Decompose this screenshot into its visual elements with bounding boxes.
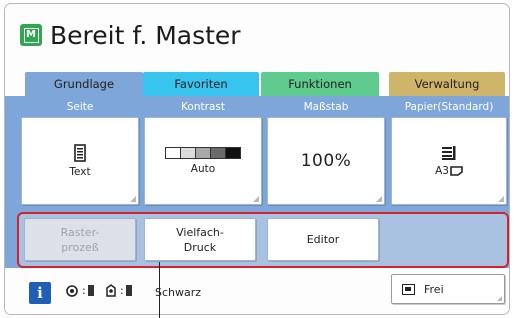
ink-drum-icon xyxy=(66,284,78,297)
master-icon: M xyxy=(20,24,42,46)
document-icon xyxy=(74,144,86,162)
papier-button[interactable]: A3 xyxy=(391,117,507,205)
paper-stack-icon xyxy=(442,146,456,160)
ink-status: : xyxy=(65,284,94,297)
kontrast-label: Kontrast xyxy=(181,101,225,113)
frei-button[interactable]: Frei xyxy=(391,274,505,304)
tab-favoriten[interactable]: Favoriten xyxy=(143,72,259,96)
seite-value: Text xyxy=(69,166,91,178)
papier-value: A3 xyxy=(435,165,449,177)
info-button[interactable]: i xyxy=(29,282,51,304)
ink-color-text: Schwarz xyxy=(155,286,202,299)
massstab-label: Maßstab xyxy=(303,101,349,113)
kontrast-button[interactable]: Auto xyxy=(144,117,262,205)
massstab-value: 100% xyxy=(300,151,352,171)
editor-button[interactable]: Editor xyxy=(267,218,379,261)
seite-button[interactable]: Text xyxy=(21,117,139,205)
header: M Bereit f. Master xyxy=(20,18,241,52)
vielfach-druck-button[interactable]: Vielfach- Druck xyxy=(144,218,256,261)
rasterprozess-button[interactable]: Raster- prozeß xyxy=(24,218,136,261)
frei-label: Frei xyxy=(424,282,444,296)
callout-line xyxy=(159,262,160,318)
massstab-button[interactable]: 100% xyxy=(267,117,385,205)
master-status: : xyxy=(105,284,132,297)
tab-grundlage[interactable]: Grundlage xyxy=(25,72,143,96)
paper-orientation-icon xyxy=(450,166,463,176)
page-title: Bereit f. Master xyxy=(50,20,241,50)
tab-verwaltung[interactable]: Verwaltung xyxy=(389,72,505,96)
contrast-scale-icon xyxy=(165,147,241,159)
memory-icon xyxy=(402,283,415,295)
seite-label: Seite xyxy=(66,101,94,113)
kontrast-value: Auto xyxy=(190,163,216,175)
master-roll-icon xyxy=(106,284,116,297)
tab-funktionen[interactable]: Funktionen xyxy=(261,72,379,96)
papier-label: Papier(Standard) xyxy=(404,101,494,113)
screen-frame: M Bereit f. Master Grundlage Favoriten F… xyxy=(4,3,510,315)
